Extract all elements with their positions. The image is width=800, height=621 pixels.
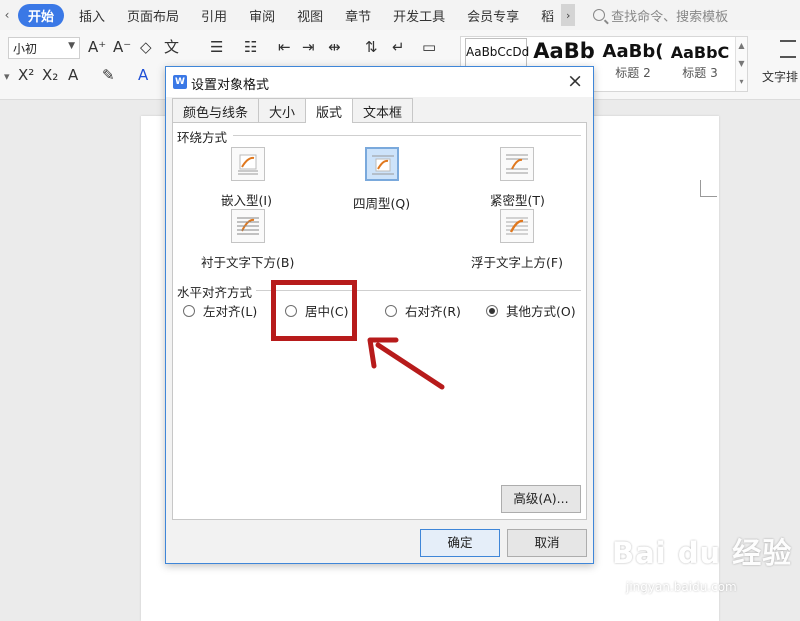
ribbon-tab-home[interactable]: 开始 bbox=[18, 3, 65, 27]
radio-circle bbox=[385, 304, 397, 317]
wrap-tight-option[interactable] bbox=[500, 147, 534, 181]
wrap-inline-label[interactable]: 嵌入型(I) bbox=[221, 190, 272, 209]
wrap-in-front-label[interactable]: 浮于文字上方(F) bbox=[471, 252, 563, 271]
search-placeholder: 查找命令、搜索模板 bbox=[611, 9, 729, 25]
align-right-radio[interactable]: 右对齐(R) bbox=[385, 301, 461, 320]
ribbon-tab-insert[interactable]: 插入 bbox=[68, 6, 116, 25]
bullet-list-icon[interactable]: ☰ bbox=[210, 38, 223, 56]
tab-text-box[interactable]: 文本框 bbox=[352, 98, 414, 122]
style-heading-2[interactable]: AaBb( 标题 2 bbox=[599, 37, 667, 91]
tab-ruler-icon[interactable]: ▭ bbox=[422, 38, 436, 56]
align-right-label: 右对齐(R) bbox=[405, 304, 461, 319]
tab-colors-lines[interactable]: 颜色与线条 bbox=[172, 98, 260, 122]
align-other-radio[interactable]: 其他方式(O) bbox=[486, 301, 576, 320]
layout-panel: 环绕方式 嵌入型(I) 四周型(Q) 紧密型(T) 衬于文字下方(B) 浮于文字… bbox=[172, 122, 587, 520]
wrap-square-icon bbox=[372, 155, 394, 175]
align-other-label: 其他方式(O) bbox=[506, 304, 576, 319]
dialog-tabs: 颜色与线条 大小 版式 文本框 bbox=[172, 98, 414, 123]
wrap-tight-label[interactable]: 紧密型(T) bbox=[490, 190, 545, 209]
align-left-radio[interactable]: 左对齐(L) bbox=[183, 301, 257, 320]
wrap-inline-icon bbox=[238, 154, 258, 175]
wrap-square-label[interactable]: 四周型(Q) bbox=[353, 193, 410, 212]
radio-circle bbox=[183, 304, 195, 317]
line-break-icon[interactable]: ↵ bbox=[392, 38, 405, 56]
ribbon-menubar: ‹ 开始 插入 页面布局 引用 审阅 视图 章节 开发工具 会员专享 稻 › 查… bbox=[0, 0, 800, 30]
style-preview: AaBbCcDd bbox=[466, 45, 530, 59]
grow-font-icon[interactable]: A⁺ bbox=[88, 38, 106, 56]
font-size-select[interactable]: 小初 ▼ bbox=[8, 37, 80, 59]
style-name: 标题 3 bbox=[682, 66, 718, 80]
numbered-list-icon[interactable]: ☷ bbox=[244, 38, 257, 56]
text-direction-icon[interactable]: ⇹ bbox=[328, 38, 341, 56]
style-preview: AaBb bbox=[533, 39, 595, 63]
wrap-in-front-option[interactable] bbox=[500, 209, 534, 243]
annotation-highlight-box bbox=[271, 280, 357, 341]
ribbon-scroll-left-icon[interactable]: ‹ bbox=[0, 0, 14, 30]
style-preview: AaBb( bbox=[602, 41, 664, 62]
wrap-behind-text-option[interactable] bbox=[231, 209, 265, 243]
ribbon-tab-overflow[interactable]: 稻 bbox=[530, 6, 565, 25]
margin-corner-mark bbox=[700, 180, 717, 197]
clear-format-icon[interactable]: ◇ bbox=[140, 38, 152, 56]
watermark-logo: Bai du 经验 bbox=[612, 536, 793, 570]
annotation-arrow-icon bbox=[367, 337, 445, 390]
style-preview: AaBbC bbox=[670, 43, 730, 62]
tab-size[interactable]: 大小 bbox=[258, 98, 307, 122]
ribbon-tab-section[interactable]: 章节 bbox=[334, 6, 382, 25]
dialog-titlebar: W 设置对象格式 × bbox=[166, 67, 593, 97]
wps-writer-icon: W bbox=[173, 75, 187, 89]
ribbon-tab-member[interactable]: 会员专享 bbox=[456, 6, 530, 25]
chevron-down-icon[interactable]: ▾ bbox=[4, 68, 10, 86]
align-section-label: 水平对齐方式 bbox=[177, 282, 257, 301]
ribbon-tab-view[interactable]: 视图 bbox=[286, 6, 334, 25]
wrap-section-label: 环绕方式 bbox=[177, 127, 232, 146]
decrease-indent-icon[interactable]: ⇤ bbox=[278, 38, 291, 56]
superscript-icon[interactable]: X² bbox=[18, 66, 34, 84]
wrap-square-option[interactable] bbox=[365, 147, 399, 181]
text-layout-icon[interactable] bbox=[780, 40, 796, 58]
font-size-value: 小初 bbox=[13, 42, 38, 56]
ribbon-tab-page-layout[interactable]: 页面布局 bbox=[116, 6, 190, 25]
ok-button[interactable]: 确定 bbox=[420, 529, 500, 557]
format-object-dialog: W 设置对象格式 × 颜色与线条 大小 版式 文本框 环绕方式 嵌入型(I) 四… bbox=[165, 66, 594, 564]
highlight-icon[interactable]: ✎ bbox=[102, 66, 115, 84]
text-layout-label[interactable]: 文字排 bbox=[762, 68, 798, 85]
tab-layout[interactable]: 版式 bbox=[305, 98, 354, 123]
section-divider bbox=[233, 135, 581, 136]
ribbon-tab-developer[interactable]: 开发工具 bbox=[382, 6, 456, 25]
wrap-in-front-icon bbox=[506, 217, 528, 235]
shrink-font-icon[interactable]: A⁻ bbox=[113, 38, 131, 56]
style-heading-3[interactable]: AaBbC 标题 3 bbox=[667, 37, 733, 91]
advanced-button[interactable]: 高级(A)... bbox=[501, 485, 581, 513]
wrap-behind-text-label[interactable]: 衬于文字下方(B) bbox=[201, 252, 294, 271]
text-effect-icon[interactable]: A bbox=[68, 66, 78, 84]
ribbon-tab-references[interactable]: 引用 bbox=[190, 6, 238, 25]
ribbon-tab-review[interactable]: 审阅 bbox=[238, 6, 286, 25]
baidu-jingyan-watermark: Bai du 经验 jingyan.baidu.com bbox=[612, 530, 800, 600]
sort-icon[interactable]: ⇅ bbox=[365, 38, 378, 56]
wrap-tight-icon bbox=[506, 154, 528, 174]
style-name: 标题 2 bbox=[615, 66, 651, 80]
radio-circle-checked bbox=[486, 304, 498, 317]
increase-indent-icon[interactable]: ⇥ bbox=[302, 38, 315, 56]
font-color-icon[interactable]: A bbox=[138, 66, 148, 84]
subscript-icon[interactable]: X₂ bbox=[42, 66, 58, 84]
wrap-inline-option[interactable] bbox=[231, 147, 265, 181]
cancel-button[interactable]: 取消 bbox=[507, 529, 587, 557]
gallery-scrollbar[interactable]: ▲ ▼ ▾ bbox=[735, 37, 747, 91]
chevron-down-icon: ▼ bbox=[68, 41, 75, 51]
ribbon-more-tabs-button[interactable]: › bbox=[561, 4, 576, 26]
dialog-title: 设置对象格式 bbox=[191, 78, 270, 93]
watermark-url: jingyan.baidu.com bbox=[626, 580, 737, 594]
search-icon bbox=[593, 9, 606, 21]
phonetic-guide-icon[interactable]: 文 bbox=[164, 38, 179, 56]
ribbon-search[interactable]: 查找命令、搜索模板 bbox=[593, 6, 728, 25]
close-icon[interactable]: × bbox=[567, 70, 583, 92]
align-left-label: 左对齐(L) bbox=[203, 304, 258, 319]
wrap-behind-text-icon bbox=[237, 217, 259, 235]
